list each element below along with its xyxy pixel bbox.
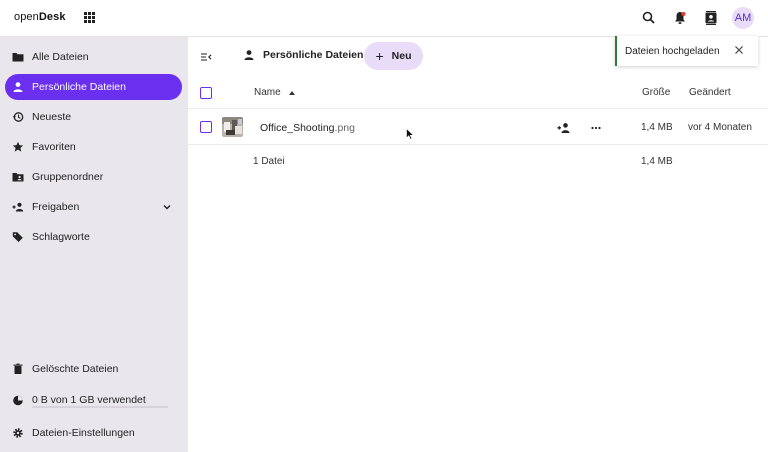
pie-chart-icon bbox=[13, 395, 23, 406]
column-modified-header[interactable]: Geändert bbox=[689, 87, 731, 98]
column-name-header[interactable]: Name bbox=[254, 87, 295, 98]
share-icon bbox=[12, 202, 24, 212]
upload-toast: Dateien hochgeladen bbox=[615, 36, 758, 66]
sort-ascending-icon bbox=[288, 90, 295, 95]
file-modified: vor 4 Monaten bbox=[688, 122, 752, 133]
file-thumbnail[interactable] bbox=[222, 117, 243, 137]
sidebar-item-all-files[interactable]: Alle Dateien bbox=[5, 44, 182, 70]
share-person-icon[interactable] bbox=[557, 122, 571, 134]
person-icon bbox=[13, 82, 23, 92]
sidebar-item-recent[interactable]: Neueste bbox=[5, 104, 182, 130]
sidebar-item-label: Alle Dateien bbox=[32, 51, 89, 63]
sidebar-item-tags[interactable]: Schlagworte bbox=[5, 224, 182, 250]
folder-icon bbox=[12, 53, 24, 62]
sidebar-item-group-folders[interactable]: Gruppenordner bbox=[5, 164, 182, 190]
more-actions-icon[interactable] bbox=[590, 122, 602, 134]
star-icon bbox=[12, 141, 24, 152]
apps-grid-icon[interactable] bbox=[84, 12, 95, 23]
brand-bold: Desk bbox=[38, 11, 66, 23]
user-avatar[interactable]: AM bbox=[732, 7, 754, 29]
row-checkbox[interactable] bbox=[200, 121, 212, 133]
sidebar-item-favorites[interactable]: Favoriten bbox=[5, 134, 182, 160]
group-folder-icon bbox=[12, 173, 24, 182]
column-name-label: Name bbox=[254, 87, 281, 98]
sidebar-item-label: Schlagworte bbox=[32, 231, 90, 243]
storage-quota-label: 0 B von 1 GB verwendet bbox=[32, 394, 146, 406]
sidebar-item-label: Freigaben bbox=[32, 201, 80, 213]
file-list-header: Name Größe Geändert bbox=[188, 77, 768, 109]
file-size: 1,4 MB bbox=[641, 122, 673, 133]
sidebar-item-shares[interactable]: Freigaben bbox=[5, 194, 182, 220]
sidebar-item-trash[interactable]: Gelöschte Dateien bbox=[5, 356, 182, 382]
brand-regular: open bbox=[14, 11, 39, 23]
file-extension: .png bbox=[334, 122, 355, 134]
toast-message: Dateien hochgeladen bbox=[625, 45, 720, 57]
history-icon bbox=[12, 112, 24, 122]
file-basename: Office_Shooting bbox=[260, 122, 335, 134]
sidebar-item-label: Neueste bbox=[32, 111, 72, 123]
total-size-summary: 1,4 MB bbox=[641, 156, 673, 167]
sidebar-item-label: Favoriten bbox=[32, 141, 76, 153]
top-bar: openDesk AM bbox=[0, 0, 768, 37]
sidebar-item-label: Gelöschte Dateien bbox=[32, 363, 119, 375]
mouse-cursor-icon bbox=[406, 128, 414, 140]
sidebar-item-settings[interactable]: Dateien-Einstellungen bbox=[5, 420, 182, 446]
file-name[interactable]: Office_Shooting.png bbox=[260, 122, 355, 134]
trash-icon bbox=[13, 363, 23, 374]
sidebar: Alle Dateien Persönliche Dateien Neueste… bbox=[0, 37, 188, 452]
breadcrumb-label: Persönliche Dateien bbox=[263, 49, 364, 61]
column-size-header[interactable]: Größe bbox=[642, 87, 670, 98]
new-button-label: Neu bbox=[391, 50, 412, 62]
search-icon[interactable] bbox=[641, 10, 657, 26]
chevron-down-icon[interactable] bbox=[162, 202, 172, 212]
new-button[interactable]: + Neu bbox=[364, 42, 423, 70]
file-count-summary: 1 Datei bbox=[253, 156, 285, 167]
breadcrumb[interactable]: Persönliche Dateien bbox=[243, 49, 363, 61]
sidebar-item-personal-files[interactable]: Persönliche Dateien bbox=[5, 74, 182, 100]
sidebar-toggle-icon[interactable] bbox=[200, 51, 212, 63]
notifications-icon[interactable] bbox=[672, 10, 688, 26]
table-row[interactable]: Office_Shooting.png 1,4 MB vor 4 Monaten bbox=[188, 110, 768, 145]
storage-quota: 0 B von 1 GB verwendet bbox=[5, 387, 182, 413]
sidebar-item-label: Gruppenordner bbox=[32, 171, 104, 183]
plus-icon: + bbox=[375, 48, 384, 64]
gear-icon bbox=[13, 428, 23, 438]
select-all-checkbox[interactable] bbox=[200, 87, 212, 99]
main-content: Persönliche Dateien + Neu Name Größe Geä… bbox=[188, 37, 768, 452]
sidebar-item-label: Persönliche Dateien bbox=[32, 81, 126, 93]
close-icon[interactable] bbox=[734, 45, 744, 55]
tag-icon bbox=[12, 232, 23, 242]
person-icon bbox=[244, 50, 254, 60]
sidebar-item-label: Dateien-Einstellungen bbox=[32, 427, 135, 439]
app-logo[interactable]: openDesk bbox=[14, 11, 66, 23]
contacts-icon[interactable] bbox=[703, 10, 719, 26]
storage-quota-bar bbox=[32, 406, 168, 408]
